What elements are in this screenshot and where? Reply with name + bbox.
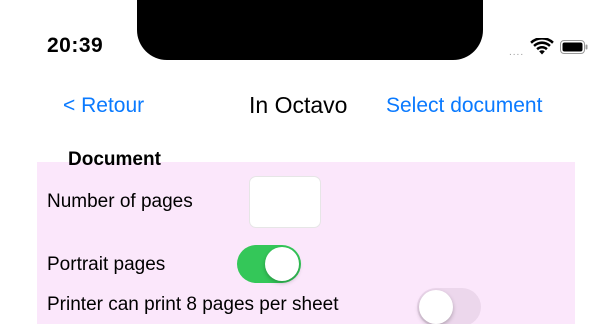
status-icons: .... (509, 37, 588, 61)
signal-icon: .... (509, 46, 525, 58)
device-notch (137, 0, 483, 60)
number-of-pages-label: Number of pages (47, 191, 193, 212)
number-of-pages-field[interactable] (249, 176, 321, 228)
toggle-knob (419, 290, 453, 324)
status-time: 20:39 (47, 34, 104, 57)
portrait-pages-label: Portrait pages (47, 254, 166, 275)
toggle-knob (265, 247, 299, 281)
printer-8-pages-label: Printer can print 8 pages per sheet (47, 294, 339, 315)
battery-icon (560, 40, 588, 59)
portrait-pages-toggle[interactable] (237, 245, 301, 283)
select-document-button[interactable]: Select document (386, 94, 542, 118)
back-button[interactable]: < Retour (63, 94, 144, 118)
section-header: Document (68, 149, 161, 170)
page-title: In Octavo (249, 92, 348, 118)
app-screen: 20:39 .... < Retour In Octavo Select doc… (0, 0, 605, 324)
wifi-icon (530, 37, 554, 61)
printer-8-pages-toggle[interactable] (417, 288, 481, 324)
